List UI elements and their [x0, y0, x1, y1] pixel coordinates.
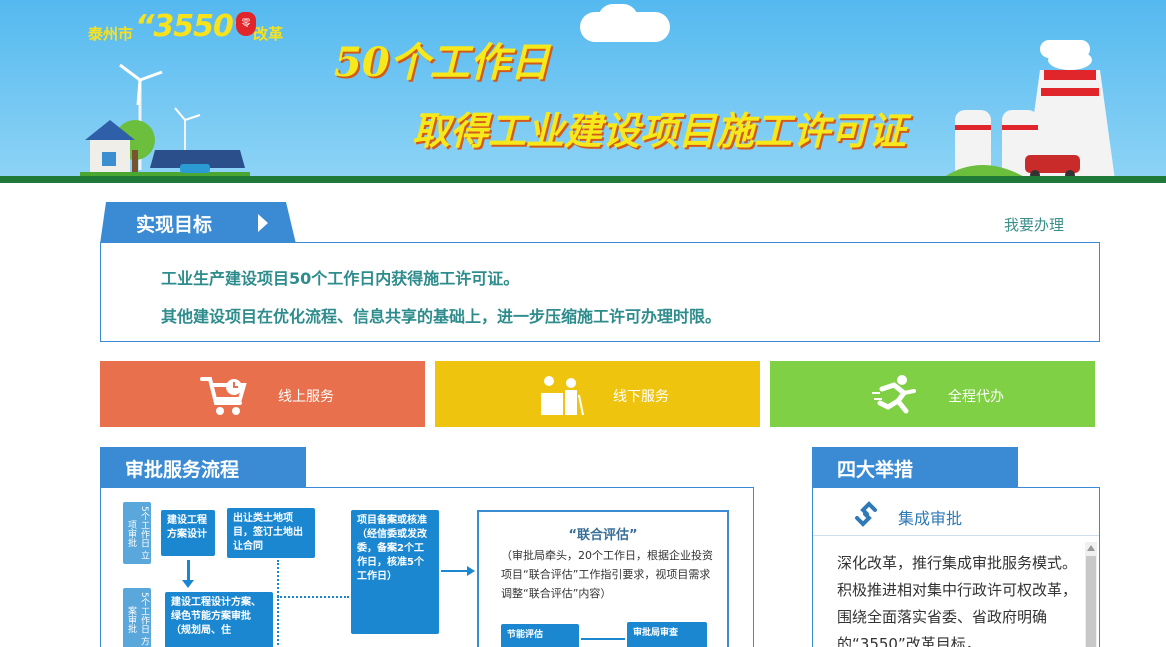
header-banner: 泰州市 “3550” 改革 零 50个工作日 取得工业建设项目施工许可证	[0, 0, 1166, 183]
online-service-button[interactable]: 线上服务	[100, 361, 425, 427]
scroll-up-icon[interactable]	[1087, 545, 1095, 551]
online-service-label: 线上服务	[278, 389, 334, 405]
link-icon	[855, 501, 877, 527]
factory-illustration	[940, 50, 1115, 180]
banner-ground-strip	[0, 176, 1166, 183]
banner-headline-days: 50个工作日	[334, 39, 550, 86]
target-content-box: 工业生产建设项目50个工作日内获得施工许可证。 其他建设项目在优化流程、信息共享…	[100, 242, 1100, 342]
target-tab: 实现目标	[100, 202, 296, 244]
flow-dashed-connector	[277, 596, 349, 598]
target-tab-label: 实现目标	[136, 214, 213, 236]
approval-flow-header: 审批服务流程	[100, 447, 306, 487]
arrow-right-icon	[467, 566, 475, 576]
full-agent-service-button[interactable]: 全程代办	[770, 361, 1095, 427]
approval-flow-title: 审批服务流程	[125, 459, 240, 481]
measure-item-title: 集成审批	[898, 509, 963, 528]
chevron-right-icon	[258, 214, 268, 232]
flow-arrow-down	[187, 560, 190, 582]
stage-label-project-approval: 5个工作日 立项审批	[123, 502, 151, 564]
flow-box-filing[interactable]: 项目备案或核准（经信委或发改委，备案2个工作日，核准5个工作日）	[351, 510, 439, 634]
approval-flow-diagram[interactable]: 5个工作日 立项审批 5个工作日 方案审批 建设工程方案设计 出让类土地项目，签…	[100, 487, 754, 647]
logo-suffix: 改革	[253, 25, 284, 43]
target-line-industrial: 工业生产建设项目50个工作日内获得施工许可证。	[161, 269, 520, 288]
house-windmill-illustration	[80, 63, 250, 180]
measure-description: 深化改革，推行集成审批服务模式。积极推进相对集中行政许可权改革，围绕全面落实省委…	[837, 554, 1078, 647]
measures-title: 四大举措	[837, 459, 914, 481]
joint-evaluation-box[interactable]: “联合评估” （审批局牵头，20个工作日，根据企业投资项目“联合评估”工作指引要…	[477, 510, 729, 647]
joint-evaluation-title: “联合评估”	[568, 528, 638, 543]
cloud-decoration	[598, 4, 638, 34]
offline-service-label: 线下服务	[613, 389, 669, 405]
measures-panel: 集成审批 深化改革，推行集成审批服务模式。积极推进相对集中行政许可权改革，围绕全…	[812, 487, 1100, 647]
target-line-other: 其他建设项目在优化流程、信息共享的基础上，进一步压缩施工许可办理时限。	[161, 307, 722, 326]
arrow-down-icon	[182, 580, 194, 588]
flow-box-scheme-review[interactable]: 建设工程设计方案、绿色节能方案审批（规划局、住	[165, 592, 273, 647]
offline-service-button[interactable]: 线下服务	[435, 361, 760, 427]
shopping-cart-icon	[200, 377, 247, 415]
logo-seal-icon: 零	[236, 12, 256, 36]
measures-header: 四大举措	[812, 447, 1018, 487]
full-agent-service-label: 全程代办	[948, 389, 1004, 405]
flow-dashed-connector	[277, 560, 279, 647]
joint-evaluation-text: （审批局牵头，20个工作日，根据企业投资项目“联合评估”工作指引要求，视项目需求…	[501, 549, 713, 600]
scrollbar-thumb[interactable]	[1086, 556, 1096, 647]
flow-box-land-contract[interactable]: 出让类土地项目，签订土地出让合同	[227, 508, 315, 558]
logo-number: “3550”	[135, 9, 252, 44]
banner-headline-permit: 取得工业建设项目施工许可证	[412, 108, 907, 153]
stage-label-scheme-approval: 5个工作日 方案审批	[123, 588, 151, 647]
flow-box-design[interactable]: 建设工程方案设计	[161, 510, 215, 556]
logo-seal-text: 零	[241, 19, 251, 29]
flow-box-bureau-review[interactable]: 审批局审查	[627, 622, 707, 647]
apply-now-link[interactable]: 我要办理	[1004, 214, 1064, 235]
flow-box-energy-assessment[interactable]: 节能评估	[501, 624, 579, 647]
measures-scrollbar[interactable]	[1085, 542, 1097, 647]
measure-item-integrated-approval[interactable]: 集成审批	[813, 488, 1099, 536]
service-counter-icon	[541, 376, 584, 416]
running-person-icon	[872, 375, 916, 414]
logo-city: 泰州市	[88, 25, 134, 43]
